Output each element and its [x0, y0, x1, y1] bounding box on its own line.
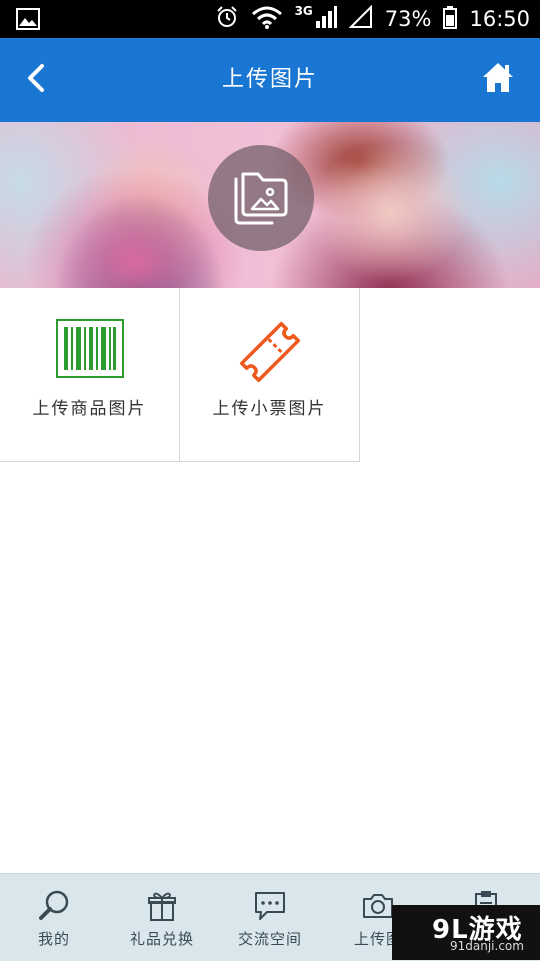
clock: 16:50	[469, 7, 530, 31]
wifi-icon	[251, 5, 283, 34]
watermark-logo: 9L游戏 91danji.com	[392, 905, 540, 960]
barcode-icon	[55, 318, 125, 384]
page-title: 上传图片	[221, 67, 318, 92]
chat-bubble-icon	[253, 889, 287, 927]
nav-item-community[interactable]: 交流空间	[216, 874, 324, 961]
nav-item-gift-exchange[interactable]: 礼品兑换	[108, 874, 216, 961]
search-icon	[37, 889, 71, 927]
no-sim-signal-icon	[348, 4, 373, 34]
nav-item-mine[interactable]: 我的	[0, 874, 108, 961]
nav-label: 礼品兑换	[129, 930, 194, 948]
nav-label: 交流空间	[237, 930, 302, 948]
folder-image-icon	[230, 165, 292, 231]
alarm-icon	[215, 5, 239, 34]
nav-label: 我的	[37, 930, 70, 948]
battery-percent: 73%	[384, 7, 432, 31]
status-bar: 3G 73% 16:50	[0, 0, 540, 38]
upload-receipt-image-tile[interactable]: 上传小票图片	[180, 288, 360, 462]
network-type-label: 3G	[294, 4, 313, 18]
battery-icon	[443, 5, 458, 34]
gift-icon	[145, 889, 179, 927]
tile-label: 上传小票图片	[212, 399, 327, 419]
ticket-icon	[234, 318, 306, 390]
signal-icon	[315, 5, 337, 34]
camera-icon	[361, 889, 395, 927]
upload-folder-button[interactable]	[208, 145, 314, 251]
header-banner-image	[0, 122, 540, 288]
tile-label: 上传商品图片	[32, 399, 147, 419]
gallery-notification-icon	[16, 8, 40, 34]
home-button[interactable]	[478, 58, 518, 98]
upload-product-image-tile[interactable]: 上传商品图片	[0, 288, 180, 462]
watermark-url: 91danji.com	[450, 939, 524, 953]
upload-options-grid: 上传商品图片 上传小票图片	[0, 288, 360, 462]
app-header: 上传图片	[0, 38, 540, 122]
home-icon	[478, 63, 518, 102]
